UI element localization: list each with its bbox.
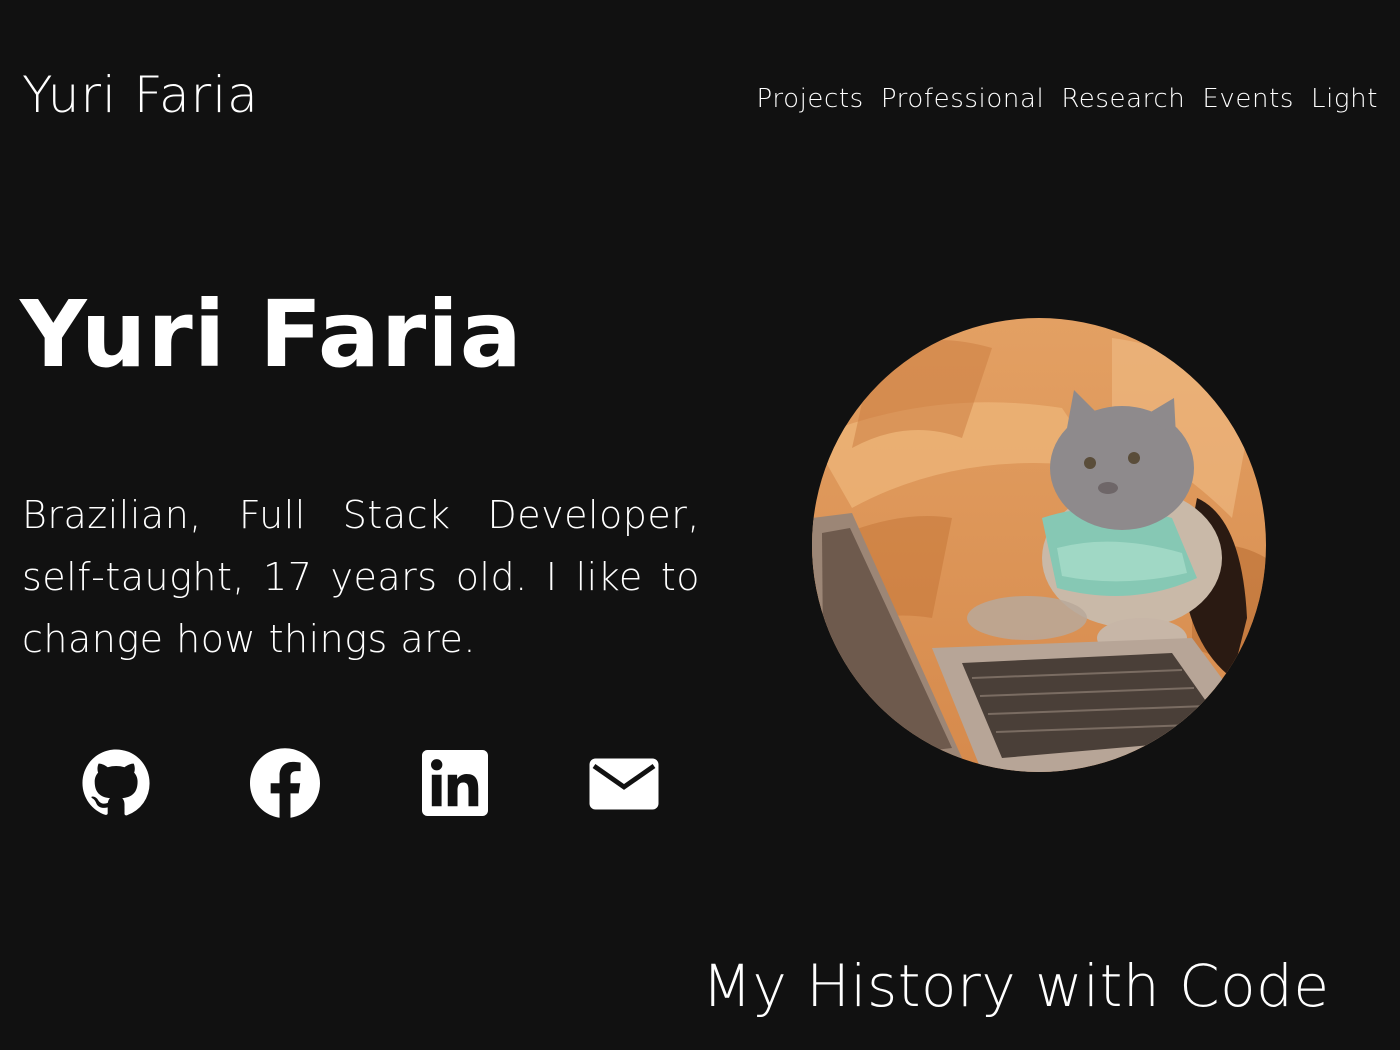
hero-description: Brazilian, Full Stack Developer, self-ta… [22, 493, 700, 661]
nav-events[interactable]: Events [1202, 84, 1294, 114]
site-header: Yuri Faria Projects Professional Researc… [0, 0, 1400, 200]
facebook-icon [250, 748, 320, 818]
linkedin-icon [422, 750, 488, 816]
page: Yuri Faria Projects Professional Researc… [0, 0, 1400, 1050]
theme-toggle-light[interactable]: Light [1311, 84, 1378, 114]
brand-link[interactable]: Yuri Faria [22, 68, 259, 123]
social-links [80, 745, 670, 825]
main-nav: Projects Professional Research Events Li… [757, 84, 1378, 114]
facebook-link[interactable] [250, 745, 330, 825]
email-icon [589, 758, 659, 810]
hero-title: Yuri Faria [20, 281, 523, 388]
cat-laptop-illustration [812, 318, 1266, 772]
nav-projects[interactable]: Projects [757, 84, 864, 114]
linkedin-link[interactable] [420, 745, 500, 825]
github-icon [82, 749, 150, 816]
github-link[interactable] [80, 745, 160, 825]
section-heading-history: My History with Code [702, 952, 1330, 1020]
avatar-cat-typing [812, 318, 1266, 772]
nav-professional[interactable]: Professional [881, 84, 1044, 114]
email-link[interactable] [588, 745, 668, 825]
nav-research[interactable]: Research [1061, 84, 1185, 114]
